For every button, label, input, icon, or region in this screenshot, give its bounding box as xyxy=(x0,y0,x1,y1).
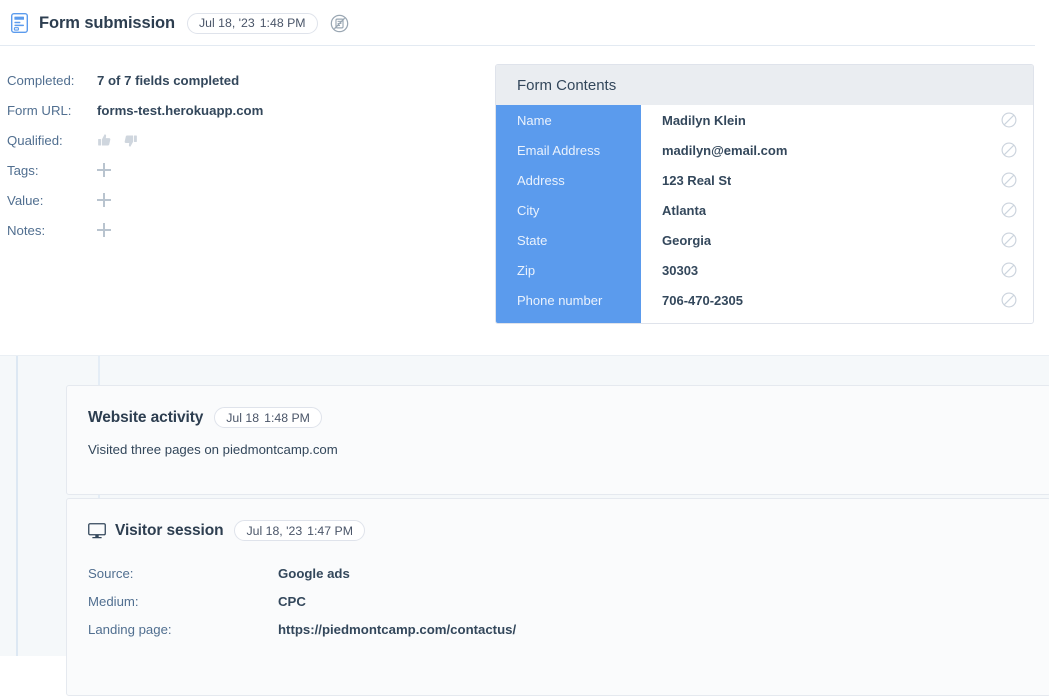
property-row-completed: Completed: 7 of 7 fields completed xyxy=(7,65,495,95)
add-value-button[interactable] xyxy=(97,193,111,207)
property-label: Notes: xyxy=(7,222,46,238)
visitor-session-title: Visitor session xyxy=(115,521,224,539)
website-activity-time: 1:48 PM xyxy=(264,410,310,425)
website-activity-title: Website activity xyxy=(88,408,204,426)
property-row-qualified: Qualified: xyxy=(7,125,495,155)
block-icon[interactable] xyxy=(1001,202,1017,218)
form-field-row: 123 Real St xyxy=(641,165,1033,195)
form-contents-card: Form Contents Name Email Address Address… xyxy=(495,64,1034,324)
key-column-spacer xyxy=(496,315,641,323)
detail-value: CPC xyxy=(278,593,306,609)
property-row-value: Value: xyxy=(7,185,495,215)
thumbs-down-icon[interactable] xyxy=(123,133,138,148)
form-field-row: 706-470-2305 xyxy=(641,285,1033,315)
timeline-card-website-activity[interactable]: Website activity Jul 18 1:48 PM Visited … xyxy=(66,385,1049,495)
form-icon xyxy=(11,13,28,33)
monitor-icon xyxy=(88,522,106,538)
form-field-label: City xyxy=(517,202,540,218)
block-icon[interactable] xyxy=(1001,112,1017,128)
form-field-value: Madilyn Klein xyxy=(662,112,746,128)
form-field-value: 123 Real St xyxy=(662,172,732,188)
add-tag-button[interactable] xyxy=(97,163,111,177)
form-field-value: madilyn@email.com xyxy=(662,142,788,158)
property-value: 7 of 7 fields completed xyxy=(97,72,240,88)
property-value: forms-test.herokuapp.com xyxy=(97,102,264,118)
visitor-session-row-landing-page: Landing page: https://piedmontcamp.com/c… xyxy=(88,615,1049,643)
website-activity-header: Website activity Jul 18 1:48 PM xyxy=(67,386,1049,428)
property-label: Qualified: xyxy=(7,132,63,148)
form-field-row: Madilyn Klein xyxy=(641,105,1033,135)
form-field-row: 30303 xyxy=(641,255,1033,285)
form-field-label: Zip xyxy=(517,262,536,278)
visitor-session-row-medium: Medium: CPC xyxy=(88,587,1049,615)
detail-label: Medium: xyxy=(88,593,139,609)
website-activity-description: Visited three pages on piedmontcamp.com xyxy=(88,442,338,457)
qualified-controls xyxy=(97,133,138,148)
header-timestamp-date: Jul 18, '23 xyxy=(199,16,255,30)
property-row-form-url: Form URL: forms-test.herokuapp.com xyxy=(7,95,495,125)
thumbs-up-icon[interactable] xyxy=(97,133,112,148)
form-field-label: State xyxy=(517,232,548,248)
header-timestamp-badge: Jul 18, '23 1:48 PM xyxy=(187,12,318,34)
property-label: Value: xyxy=(7,192,44,208)
visitor-session-date: Jul 18, '23 xyxy=(246,523,303,538)
form-field-row: madilyn@email.com xyxy=(641,135,1033,165)
property-label: Tags: xyxy=(7,162,39,178)
website-activity-timestamp-badge: Jul 18 1:48 PM xyxy=(214,407,322,428)
property-label: Completed: xyxy=(7,72,75,88)
form-field-label: Email Address xyxy=(517,142,601,158)
block-icon[interactable] xyxy=(1001,142,1017,158)
header-timestamp-time: 1:48 PM xyxy=(259,16,306,30)
block-icon[interactable] xyxy=(1001,292,1017,308)
add-note-button[interactable] xyxy=(97,223,111,237)
form-field-row: Georgia xyxy=(641,225,1033,255)
visitor-session-row-source: Source: Google ads xyxy=(88,559,1049,587)
property-list: Completed: 7 of 7 fields completed Form … xyxy=(0,65,495,355)
website-activity-date: Jul 18 xyxy=(226,410,260,425)
detail-value: https://piedmontcamp.com/contactus/ xyxy=(278,621,517,637)
block-icon[interactable] xyxy=(1001,172,1017,188)
property-row-tags: Tags: xyxy=(7,155,495,185)
timeline-rail-outer xyxy=(16,356,18,656)
form-field-label: Address xyxy=(517,172,565,188)
block-icon[interactable] xyxy=(1001,232,1017,248)
form-field-value: 30303 xyxy=(662,262,699,278)
visitor-session-timestamp-badge: Jul 18, '23 1:47 PM xyxy=(234,520,365,541)
form-contents-body: Name Email Address Address City State Zi… xyxy=(496,105,1033,323)
detail-label: Source: xyxy=(88,565,134,581)
page-title: Form submission xyxy=(39,13,176,32)
block-icon[interactable] xyxy=(1001,262,1017,278)
form-field-row: Atlanta xyxy=(641,195,1033,225)
detail-label: Landing page: xyxy=(88,621,172,637)
form-contents-value-column: Madilyn Klein madilyn@email.com 123 Real… xyxy=(641,105,1033,323)
form-field-label: Phone number xyxy=(517,292,603,308)
activity-timeline: Website activity Jul 18 1:48 PM Visited … xyxy=(0,355,1049,696)
visitor-session-header: Visitor session Jul 18, '23 1:47 PM xyxy=(67,499,1049,541)
no-form-icon[interactable] xyxy=(330,14,349,33)
form-contents-title: Form Contents xyxy=(496,65,1033,105)
property-row-notes: Notes: xyxy=(7,215,495,245)
detail-value: Google ads xyxy=(278,565,350,581)
visitor-session-details: Source: Google ads Medium: CPC Landing p… xyxy=(67,541,1049,643)
form-field-label: Name xyxy=(517,112,552,128)
form-contents-key-column: Name Email Address Address City State Zi… xyxy=(496,105,641,323)
timeline-card-visitor-session[interactable]: Visitor session Jul 18, '23 1:47 PM Sour… xyxy=(66,498,1049,696)
form-field-value: Atlanta xyxy=(662,202,707,218)
form-field-value: 706-470-2305 xyxy=(662,292,743,308)
submission-details: Completed: 7 of 7 fields completed Form … xyxy=(0,46,1049,355)
property-label: Form URL: xyxy=(7,102,72,118)
visitor-session-time: 1:47 PM xyxy=(307,523,353,538)
page-header: Form submission Jul 18, '23 1:48 PM xyxy=(0,0,1049,46)
form-field-value: Georgia xyxy=(662,232,712,248)
